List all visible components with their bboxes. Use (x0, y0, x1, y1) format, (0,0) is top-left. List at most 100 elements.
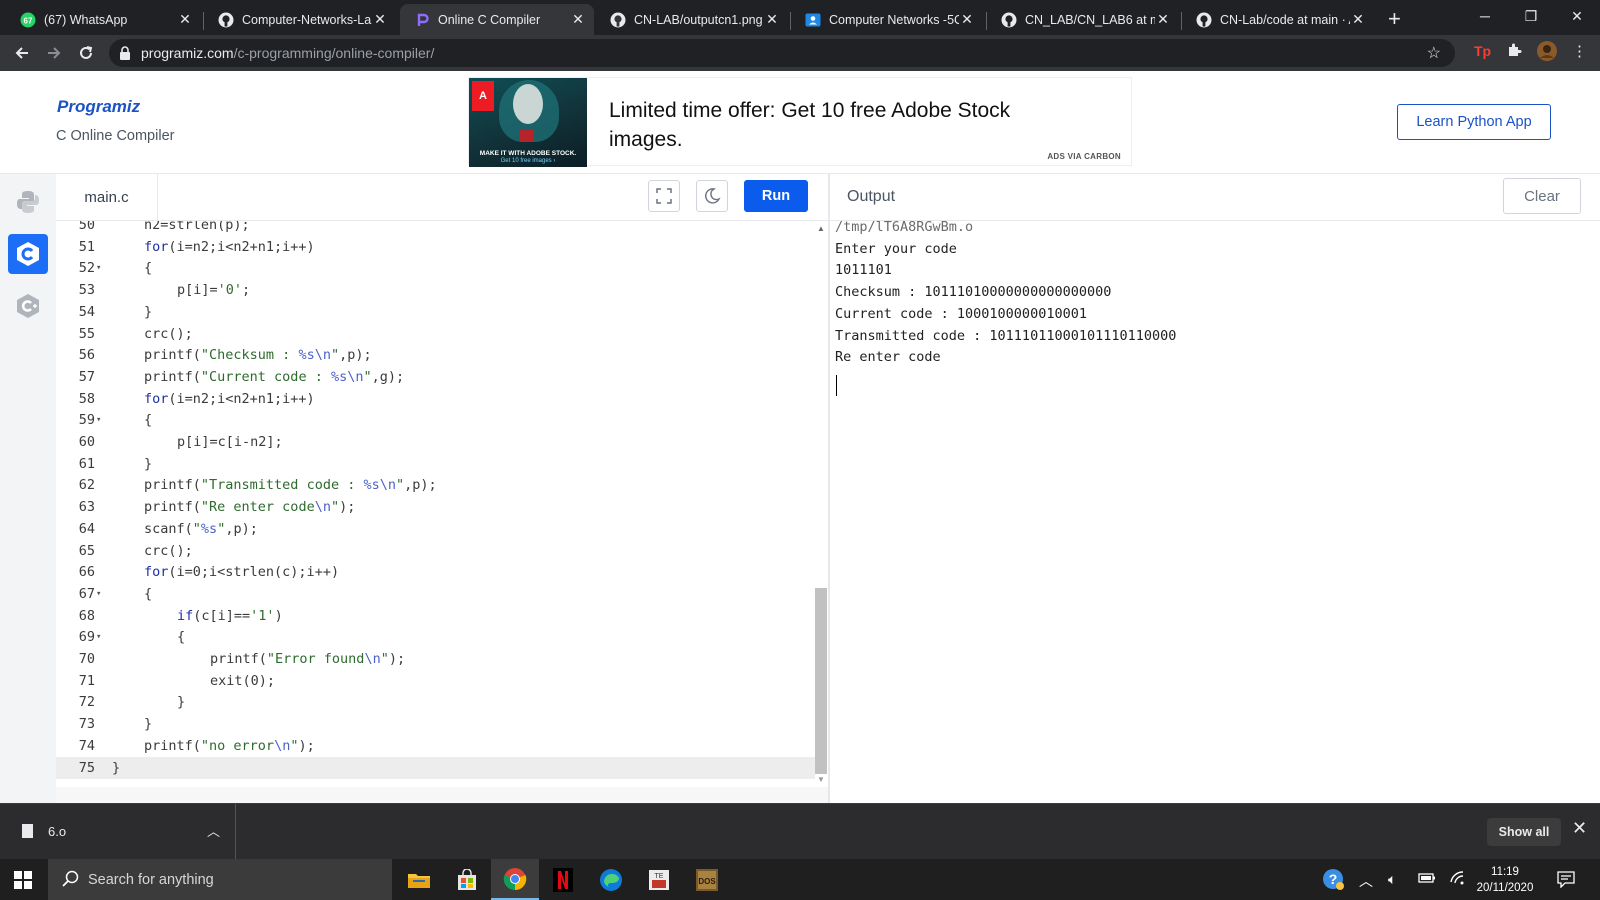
store-icon[interactable] (443, 859, 491, 900)
code-line[interactable]: 60 p[i]=c[i-n2]; (56, 431, 816, 453)
code-line[interactable]: 57 printf("Current code : %s\n",g); (56, 366, 816, 388)
run-button[interactable]: Run (744, 180, 808, 212)
code-line[interactable]: 59 ▾ { (56, 409, 816, 431)
app-icon[interactable]: TE (635, 859, 683, 900)
close-window-button[interactable]: ✕ (1554, 0, 1600, 32)
code-line[interactable]: 50 n2=strlen(p); (56, 221, 816, 236)
editor-scrollbar-thumb[interactable] (815, 588, 827, 774)
chevron-up-icon[interactable]: ︿ (207, 821, 220, 840)
code-line[interactable]: 68 if(c[i]=='1') (56, 605, 816, 627)
extensions-puzzle-icon[interactable] (1506, 42, 1522, 62)
fold-arrow-icon[interactable]: ▾ (96, 257, 106, 279)
dark-mode-button[interactable] (696, 180, 728, 212)
wifi-icon[interactable] (1450, 871, 1468, 888)
output-console[interactable]: /tmp/lT6A8RGwBm.o Enter your code 1011101 C… (830, 219, 1600, 803)
help-icon[interactable]: ? (1322, 868, 1344, 893)
code-line[interactable]: 75} (56, 756, 816, 779)
volume-icon[interactable]: 🔈︎ (1388, 871, 1396, 888)
extension-tp-icon[interactable]: Tp (1474, 43, 1491, 59)
code-line[interactable]: 62 printf("Transmitted code : %s\n",p); (56, 474, 816, 496)
fold-arrow-icon[interactable]: ▾ (96, 583, 106, 605)
file-explorer-icon[interactable] (395, 859, 443, 900)
profile-avatar[interactable] (1536, 40, 1558, 66)
learn-python-app-button[interactable]: Learn Python App (1397, 104, 1551, 140)
chevron-up-icon[interactable]: ︿ (1359, 871, 1373, 891)
tab-classroom[interactable]: Computer Networks -5C ✕ (791, 4, 983, 35)
tab-computer-networks-lab[interactable]: Computer-Networks-Lab ✕ (204, 4, 396, 35)
scroll-down-arrow-icon[interactable]: ▼ (817, 775, 825, 784)
minimize-button[interactable]: ─ (1462, 0, 1508, 32)
dosbox-icon[interactable]: DOS (683, 859, 731, 900)
code-line[interactable]: 66 for(i=0;i<strlen(c);i++) (56, 561, 816, 583)
restore-button[interactable]: ❐ (1508, 0, 1554, 32)
code-text: { (144, 585, 153, 602)
tab-cn-lab6[interactable]: CN_LAB/CN_LAB6 at ma ✕ (987, 4, 1179, 35)
fold-arrow-icon[interactable]: ▾ (96, 409, 106, 431)
close-tab-icon[interactable]: ✕ (764, 11, 780, 28)
code-line[interactable]: 54} (56, 301, 816, 323)
code-line[interactable]: 74 printf("no error\n"); (56, 735, 816, 757)
chrome-icon[interactable] (491, 859, 539, 900)
bookmark-star-icon[interactable]: ☆ (1427, 43, 1441, 63)
download-file-name: 6.o (48, 824, 67, 839)
code-line[interactable]: 51 for(i=n2;i<n2+n1;i++) (56, 236, 816, 258)
code-line[interactable]: 52 ▾ { (56, 257, 816, 279)
code-line[interactable]: 73} (56, 713, 816, 735)
file-tab-main-c[interactable]: main.c (56, 174, 158, 220)
advertisement[interactable]: A MAKE IT WITH ADOBE STOCK. Get 10 free … (468, 77, 1132, 167)
battery-icon[interactable] (1418, 871, 1436, 887)
python-language-button[interactable] (8, 182, 48, 222)
tab-whatsapp[interactable]: 67 (67) WhatsApp ✕ (6, 4, 201, 35)
ad-via-carbon[interactable]: ADS VIA CARBON (1047, 152, 1121, 161)
code-editor[interactable]: 50 n2=strlen(p); 51 for(i=n2;i<n2+n1;i++) 52… (56, 221, 828, 803)
tab-cn-lab-output[interactable]: CN-LAB/outputcn1.png a ✕ (596, 4, 788, 35)
code-line[interactable]: 64 scanf("%s",p); (56, 518, 816, 540)
code-line[interactable]: 69 ▾ { (56, 626, 816, 648)
ad-text[interactable]: Limited time offer: Get 10 free Adobe St… (609, 96, 1049, 154)
new-tab-button[interactable]: + (1388, 6, 1401, 32)
code-line[interactable]: 61} (56, 453, 816, 475)
code-line[interactable]: 72} (56, 691, 816, 713)
code-line[interactable]: 55 crc(); (56, 323, 816, 345)
cpp-language-button[interactable] (8, 286, 48, 326)
address-bar[interactable]: programiz.com/c-programming/online-compi… (109, 39, 1455, 67)
forward-button[interactable] (42, 41, 66, 65)
fullscreen-button[interactable] (648, 180, 680, 212)
windows-start-icon[interactable] (14, 871, 32, 894)
code-line[interactable]: 70 printf("Error found\n"); (56, 648, 816, 670)
output-title: Output (847, 188, 896, 205)
c-language-button[interactable] (8, 234, 48, 274)
code-line[interactable]: 58 for(i=n2;i<n2+n1;i++) (56, 388, 816, 410)
close-tab-icon[interactable]: ✕ (372, 11, 388, 28)
notifications-icon[interactable] (1557, 870, 1575, 893)
close-tab-icon[interactable]: ✕ (570, 11, 586, 28)
tab-cn-lab-code[interactable]: CN-Lab/code at main · A ✕ (1182, 4, 1374, 35)
show-all-button[interactable]: Show all (1487, 818, 1561, 846)
code-line[interactable]: 71 exit(0); (56, 670, 816, 692)
code-line[interactable]: 67 ▾ { (56, 583, 816, 605)
taskbar-search-box[interactable]: Search for anything (48, 859, 392, 900)
edge-icon[interactable] (587, 859, 635, 900)
close-tab-icon[interactable]: ✕ (1155, 11, 1171, 28)
code-text: scanf("%s",p); (144, 520, 258, 537)
download-item[interactable]: 6.o ︿ (0, 804, 236, 860)
programiz-logo[interactable]: Programiz (57, 97, 140, 117)
close-tab-icon[interactable]: ✕ (1350, 11, 1366, 28)
close-tab-icon[interactable]: ✕ (177, 11, 193, 28)
reload-button[interactable] (74, 41, 98, 65)
browser-menu-icon[interactable]: ⋮ (1572, 42, 1587, 60)
code-line[interactable]: 56 printf("Checksum : %s\n",p); (56, 344, 816, 366)
system-clock[interactable]: 11:19 20/11/2020 (1470, 864, 1540, 896)
code-line[interactable]: 65 crc(); (56, 540, 816, 562)
close-download-bar-icon[interactable]: ✕ (1572, 818, 1587, 839)
fold-arrow-icon[interactable]: ▾ (96, 626, 106, 648)
netflix-icon[interactable] (539, 859, 587, 900)
clear-button[interactable]: Clear (1503, 178, 1581, 214)
back-button[interactable] (10, 41, 34, 65)
ad-image[interactable]: A MAKE IT WITH ADOBE STOCK. Get 10 free … (469, 78, 587, 167)
code-line[interactable]: 53 p[i]='0'; (56, 279, 816, 301)
code-line[interactable]: 63 printf("Re enter code\n"); (56, 496, 816, 518)
close-tab-icon[interactable]: ✕ (959, 11, 975, 28)
tab-online-c-compiler[interactable]: Online C Compiler ✕ (400, 4, 594, 35)
scroll-up-arrow-icon[interactable]: ▲ (817, 224, 825, 233)
